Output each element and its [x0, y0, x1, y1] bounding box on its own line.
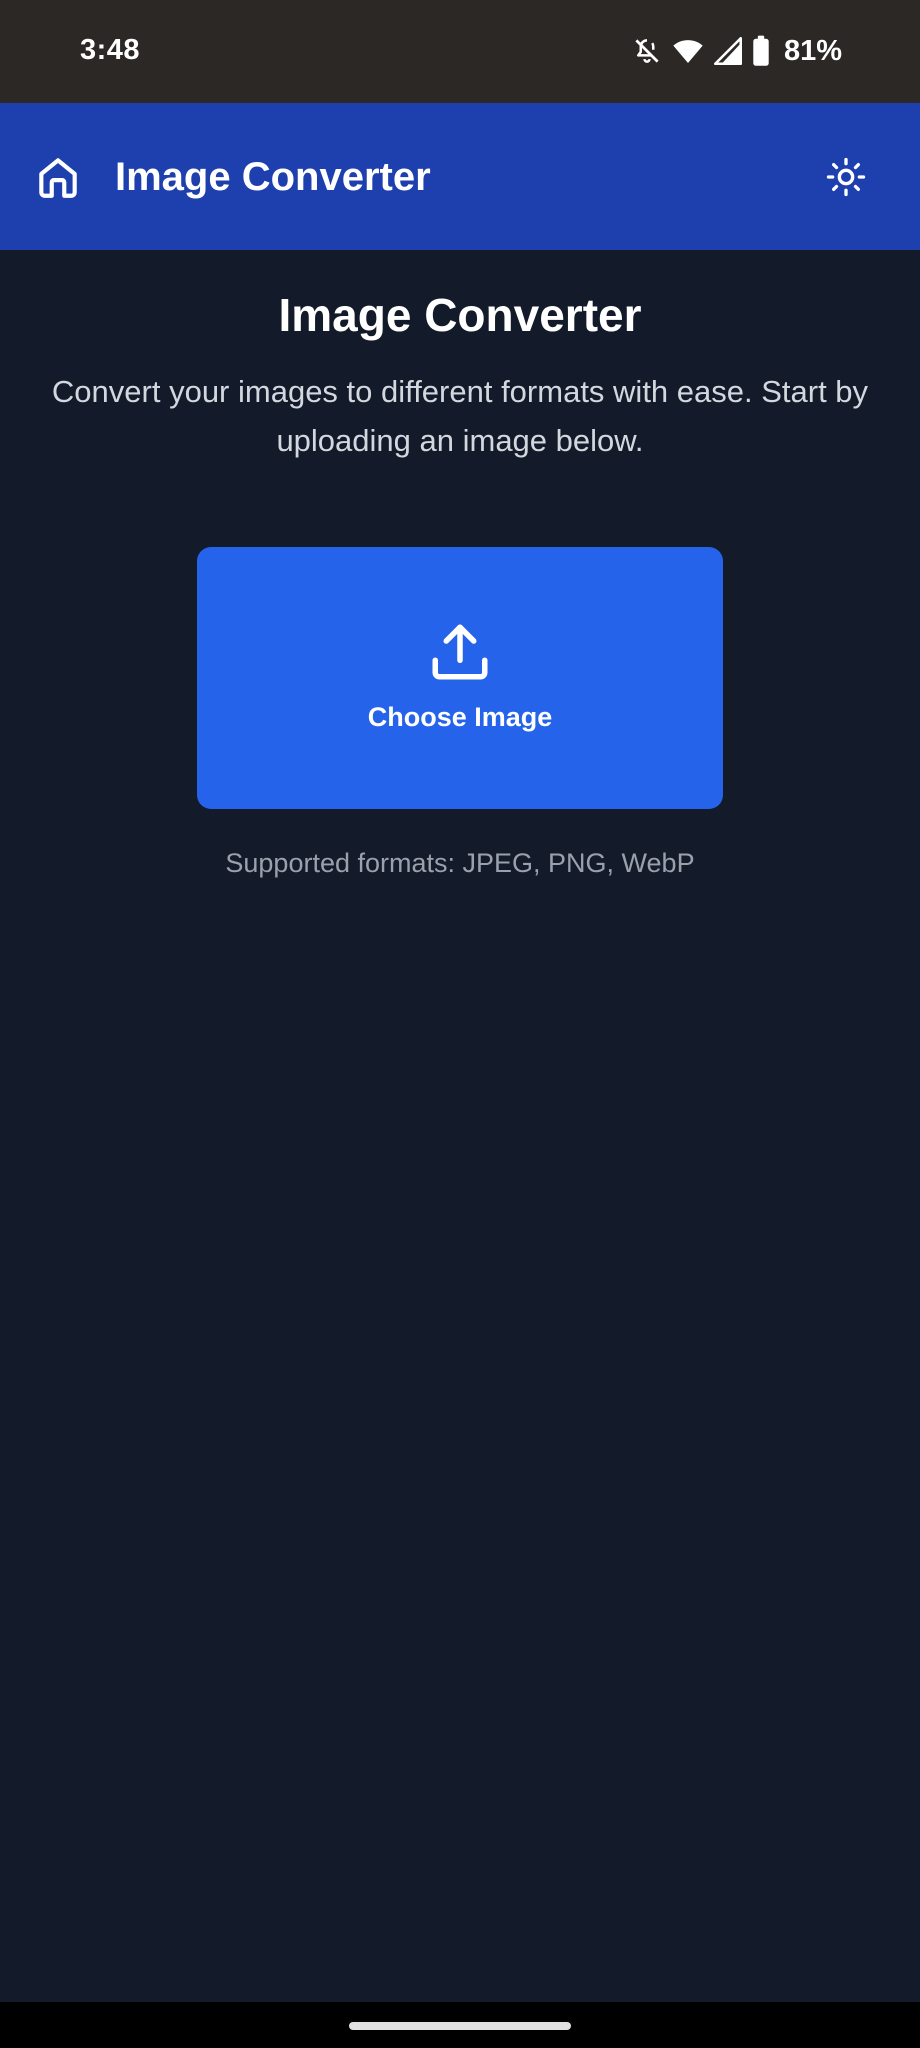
supported-formats-text: Supported formats: JPEG, PNG, WebP — [225, 848, 695, 878]
page-title: Image Converter — [278, 289, 642, 341]
choose-image-button[interactable]: Choose Image — [197, 547, 723, 809]
battery-icon — [752, 35, 770, 67]
page-description: Convert your images to different formats… — [51, 374, 869, 458]
theme-toggle-button[interactable] — [820, 153, 872, 205]
battery-percent: 81% — [783, 34, 842, 67]
app-bar: Image Converter — [0, 103, 920, 250]
status-bar: 3:48 81% — [0, 0, 920, 103]
upload-icon — [427, 619, 493, 685]
home-indicator[interactable] — [349, 2022, 571, 2030]
mute-icon — [632, 36, 662, 66]
status-icons: 81% — [632, 34, 842, 68]
signal-icon — [713, 36, 742, 66]
wifi-icon — [672, 36, 704, 66]
choose-image-label: Choose Image — [367, 702, 553, 732]
status-time: 3:48 — [80, 34, 141, 66]
navigation-bar — [0, 2002, 920, 2048]
home-icon — [33, 152, 83, 207]
app-title: Image Converter — [115, 155, 431, 199]
sun-icon — [826, 157, 866, 202]
home-button[interactable] — [30, 151, 86, 207]
